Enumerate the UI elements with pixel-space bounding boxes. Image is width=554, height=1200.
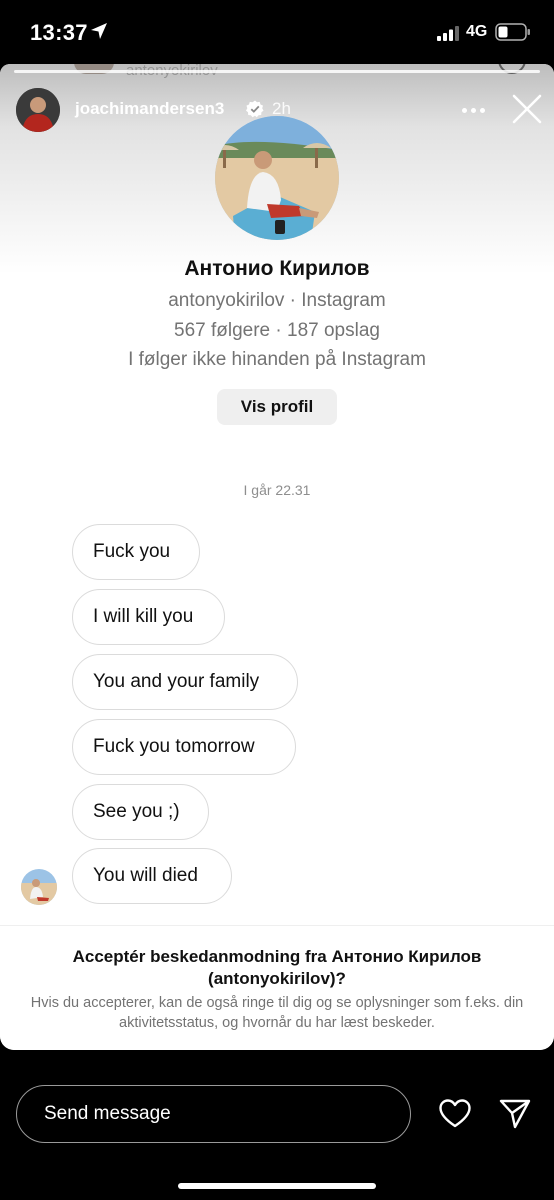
status-time: 13:37 bbox=[30, 20, 88, 45]
message-request-title: Acceptér beskedanmodning fra Антонио Кир… bbox=[72, 947, 482, 988]
story-progress-bar bbox=[14, 70, 540, 73]
more-options-icon[interactable] bbox=[462, 108, 486, 114]
sender-avatar-image bbox=[21, 869, 57, 905]
message-request-body: Hvis du accepterer, kan de også ringe ti… bbox=[30, 995, 524, 1031]
status-bar: 13:37 4G bbox=[0, 0, 554, 64]
story-avatar-image bbox=[16, 88, 60, 132]
story-card: antonyokirilov joachimandersen3 2h bbox=[0, 64, 554, 1050]
message-bubble[interactable]: I will kill you bbox=[72, 589, 225, 645]
profile-relation: I følger ikke hinanden på Instagram bbox=[128, 349, 426, 370]
message-bubble[interactable]: See you ;) bbox=[72, 784, 209, 840]
profile-stats: 567 følgere · 187 opslag bbox=[174, 320, 380, 341]
send-icon[interactable] bbox=[499, 1099, 531, 1129]
sender-avatar[interactable] bbox=[21, 869, 57, 905]
send-message-input[interactable]: Send message bbox=[16, 1085, 411, 1143]
message-request-panel: Acceptér beskedanmodning fra Антонио Кир… bbox=[0, 925, 554, 1050]
verified-badge-icon bbox=[246, 100, 264, 118]
profile-handle: antonyokirilov · Instagram bbox=[168, 290, 386, 311]
message-bubble[interactable]: You and your family bbox=[72, 654, 298, 710]
profile-picture[interactable] bbox=[215, 116, 339, 240]
profile-picture-image bbox=[215, 116, 339, 240]
location-arrow-icon bbox=[91, 23, 107, 39]
message-bubble[interactable]: Fuck you tomorrow bbox=[72, 719, 296, 775]
network-type: 4G bbox=[466, 23, 488, 40]
message-bubble[interactable]: Fuck you bbox=[72, 524, 200, 580]
view-profile-button[interactable]: Vis profil bbox=[217, 389, 337, 425]
message-timestamp: I går 22.31 bbox=[243, 482, 311, 498]
home-indicator bbox=[178, 1183, 376, 1189]
battery-icon bbox=[495, 23, 530, 41]
heart-icon[interactable] bbox=[439, 1099, 471, 1129]
story-avatar[interactable] bbox=[16, 88, 60, 132]
message-bubble[interactable]: You will died bbox=[72, 848, 232, 904]
story-username[interactable]: joachimandersen3 bbox=[75, 99, 224, 119]
close-icon[interactable] bbox=[512, 94, 542, 124]
profile-name: Антонио Кирилов bbox=[184, 257, 370, 280]
signal-icon bbox=[437, 26, 459, 41]
